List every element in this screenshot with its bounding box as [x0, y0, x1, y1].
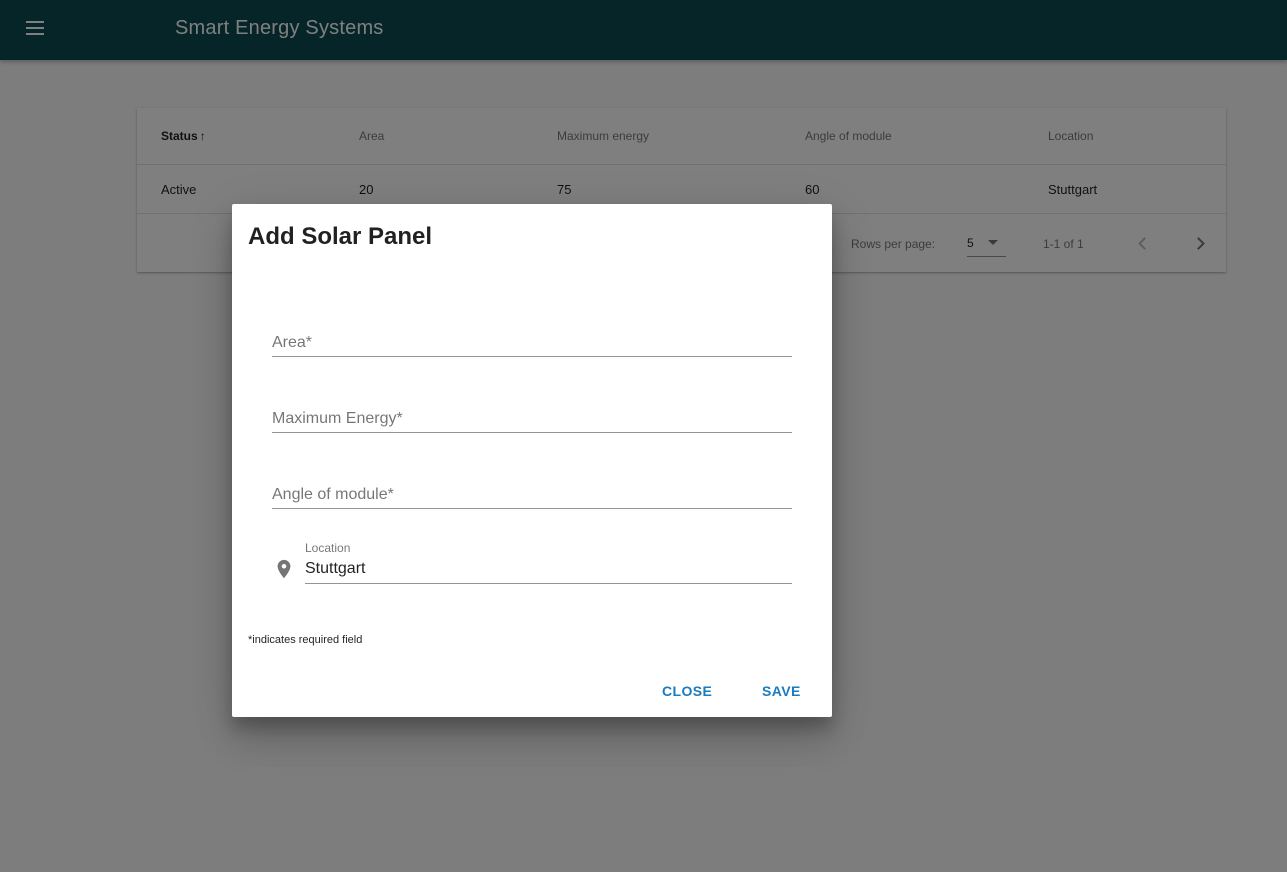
area-input[interactable] — [272, 331, 792, 355]
area-field — [272, 327, 792, 357]
angle-of-module-field — [272, 479, 792, 509]
maximum-energy-field — [272, 403, 792, 433]
maximum-energy-input[interactable] — [272, 407, 792, 431]
required-field-note: *indicates required field — [248, 634, 363, 646]
add-solar-panel-dialog: Add Solar Panel Location *indicates requ… — [232, 204, 832, 717]
dialog-title: Add Solar Panel — [248, 223, 433, 250]
location-input[interactable] — [305, 557, 792, 581]
location-pin-icon — [277, 559, 291, 579]
location-label: Location — [305, 541, 351, 555]
angle-of-module-input[interactable] — [272, 483, 792, 507]
save-button[interactable]: SAVE — [754, 676, 809, 706]
close-button[interactable]: CLOSE — [654, 676, 720, 706]
location-field — [305, 554, 792, 584]
